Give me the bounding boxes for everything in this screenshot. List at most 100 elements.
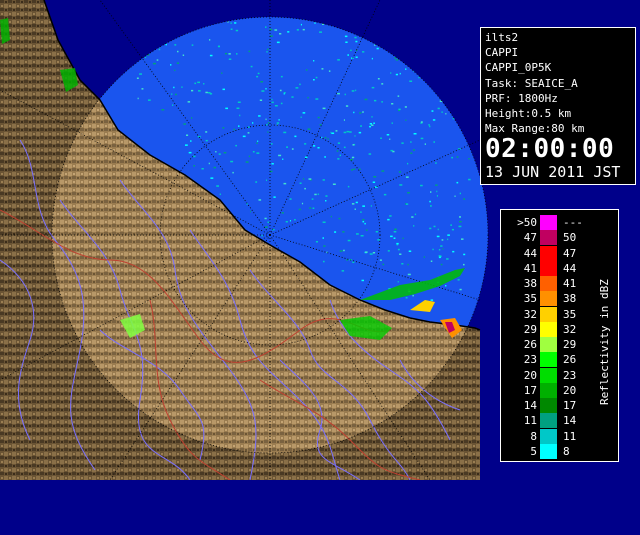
legend-row-low: 38 — [523, 277, 537, 290]
legend-row-high: 17 — [563, 399, 577, 412]
echo-speck — [407, 192, 410, 194]
echo-speck — [215, 151, 217, 153]
echo-speck — [312, 207, 315, 209]
echo-speck — [429, 125, 431, 128]
echo-speck — [325, 195, 328, 197]
echo-speck — [387, 218, 390, 221]
legend-row-low: 11 — [523, 414, 537, 428]
echo-speck — [186, 134, 189, 136]
echo-speck — [321, 68, 324, 70]
echo-speck — [232, 171, 234, 174]
echo-speck — [266, 179, 267, 181]
echo-speck — [361, 279, 364, 282]
echo-speck — [389, 138, 391, 140]
echo-speck — [248, 50, 251, 53]
echo-speck — [377, 239, 380, 241]
echo-speck — [389, 215, 392, 217]
echo-speck — [191, 89, 194, 92]
echo-speck — [407, 162, 409, 165]
echo-speck — [279, 89, 282, 92]
echo-speck — [170, 64, 172, 66]
echo-speck — [365, 251, 368, 253]
echo-speck — [250, 210, 251, 213]
echo-speck — [345, 105, 349, 107]
legend-row: >50 --- — [501, 215, 601, 230]
legend-swatch — [540, 443, 557, 459]
echo-speck — [321, 136, 323, 139]
legend-row: 32 35 — [501, 306, 601, 322]
echo-speck — [144, 56, 147, 59]
echo-speck — [360, 125, 362, 127]
legend-row: 41 44 — [501, 260, 601, 276]
echo-speck — [399, 72, 401, 75]
echo-speck — [413, 225, 415, 227]
legend-swatch — [540, 413, 557, 429]
legend-row: 47 50 — [501, 230, 601, 246]
echo-speck — [351, 169, 354, 171]
echo-speck — [165, 43, 167, 46]
echo-speck — [375, 231, 379, 233]
echo-speck — [308, 178, 312, 180]
echo-speck — [283, 131, 287, 134]
echo-speck — [360, 211, 362, 213]
echo-speck — [337, 92, 340, 95]
echo-speck — [173, 86, 175, 89]
echo-speck — [339, 250, 343, 252]
echo-speck — [358, 131, 362, 134]
echo-speck — [252, 151, 255, 153]
legend-swatch — [540, 367, 557, 383]
echo-speck — [315, 98, 319, 100]
echo-speck — [216, 185, 219, 187]
echo-speck — [314, 22, 316, 24]
echo-speck — [402, 237, 404, 240]
echo-speck — [343, 146, 346, 149]
echo-speck — [381, 170, 385, 172]
echo-speck — [325, 200, 327, 202]
echo-speck — [302, 112, 306, 114]
echo-speck — [322, 237, 324, 239]
echo-speck — [430, 260, 433, 262]
echo-speck — [330, 215, 332, 218]
info-panel: ilts2 CAPPI CAPPI_0P5K Task: SEAICE_A PR… — [480, 27, 636, 185]
echo-speck — [281, 212, 284, 214]
echo-speck — [317, 116, 320, 119]
echo-speck — [274, 105, 278, 107]
echo-speck — [219, 193, 221, 195]
echo-speck — [324, 156, 326, 158]
legend-row-low: 14 — [523, 399, 537, 412]
legend-row-low: 5 — [530, 444, 537, 458]
echo-speck — [305, 69, 308, 71]
echo-speck — [197, 81, 200, 84]
echo-speck — [397, 248, 400, 251]
station-name: ilts2 — [485, 31, 519, 44]
echo-speck — [341, 270, 345, 272]
echo-speck — [391, 103, 394, 105]
echo-speck — [171, 93, 173, 95]
echo-speck — [436, 235, 440, 238]
legend-row: 11 14 — [501, 413, 601, 429]
echo-speck — [343, 249, 345, 252]
echo-speck — [280, 75, 283, 78]
echo-speck — [346, 130, 350, 133]
echo-speck — [430, 191, 432, 193]
echo-speck — [258, 199, 262, 201]
height-label: Height:0.5 km — [485, 107, 572, 121]
echo-speck — [301, 202, 304, 205]
echo-speck — [258, 115, 261, 117]
legend-row: 29 32 — [501, 321, 601, 337]
echo-speck — [354, 208, 356, 210]
echo-speck — [399, 253, 402, 255]
observation-date: 13 JUN 2011 JST — [485, 163, 621, 182]
echo-speck — [139, 73, 142, 75]
echo-speck — [344, 35, 348, 38]
echo-speck — [433, 141, 435, 143]
echo-speck — [461, 238, 464, 240]
echo-speck — [410, 141, 412, 143]
echo-speck — [373, 122, 375, 124]
echo-speck — [420, 121, 423, 123]
echo-speck — [345, 41, 348, 43]
echo-speck — [338, 217, 341, 220]
echo-speck — [360, 235, 364, 237]
echo-speck — [261, 234, 263, 237]
echo-speck — [418, 76, 420, 79]
